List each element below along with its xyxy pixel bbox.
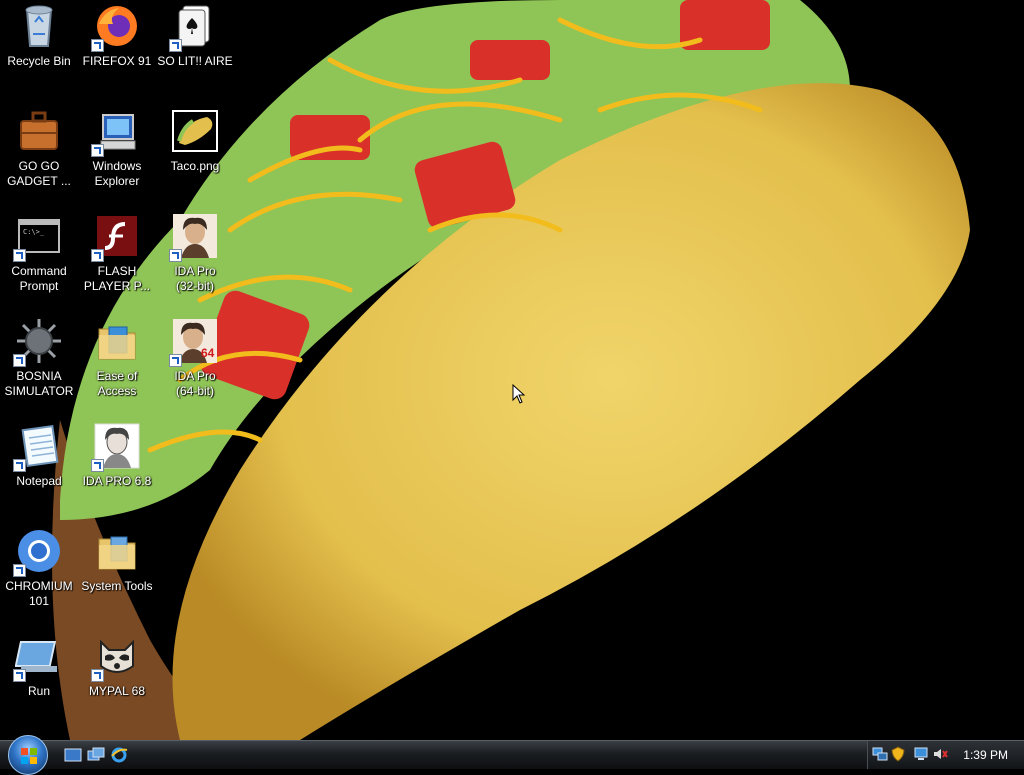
shortcut-arrow-icon	[13, 459, 26, 472]
desktop-icon-recycle-bin[interactable]: Recycle Bin	[0, 0, 78, 100]
mouse-cursor-icon	[512, 384, 525, 404]
volume-muted-icon[interactable]	[932, 746, 948, 762]
shortcut-arrow-icon	[91, 249, 104, 262]
recycle-bin-icon	[25, 5, 53, 47]
icon-label: IDA PRO 6.8	[82, 474, 152, 488]
start-orb-icon	[21, 748, 37, 764]
desktop-icon-flash-player[interactable]: FLASH PLAYER P...	[78, 210, 156, 310]
svg-text:C:\>_: C:\>_	[23, 228, 45, 236]
icon-label: System Tools	[81, 579, 153, 593]
icon-label: Windows Explorer	[92, 159, 142, 188]
desktop-icon-notepad[interactable]: Notepad	[0, 420, 78, 520]
shortcut-arrow-icon	[13, 354, 26, 367]
icon-label: CHROMIUM 101	[5, 579, 73, 608]
icon-label: FIREFOX 91	[82, 54, 152, 68]
taskbar: 1:39 PM	[0, 735, 1024, 775]
desktop-icon-ease-of-access[interactable]: Ease of Access	[78, 315, 156, 415]
shortcut-arrow-icon	[169, 354, 182, 367]
folder-icon	[98, 326, 136, 360]
desktop-icon-mypal[interactable]: MYPAL 68	[78, 630, 156, 730]
icon-label: IDA Pro (32-bit)	[174, 264, 216, 293]
desktop-icon-gadgets[interactable]: GO GO GADGET ...	[0, 105, 78, 205]
icon-label: IDA Pro (64-bit)	[174, 369, 216, 398]
shortcut-arrow-icon	[91, 39, 104, 52]
shortcut-arrow-icon	[91, 669, 104, 682]
desktop-icon-system-tools[interactable]: System Tools	[78, 525, 156, 625]
icon-label: FLASH PLAYER P...	[83, 264, 151, 293]
desktop-icon-bosnia-simulator[interactable]: BOSNIA SIMULATOR	[0, 315, 78, 415]
icon-label: Taco.png	[170, 159, 220, 173]
taco-image-icon	[172, 110, 218, 152]
icon-label: SO LIT!! AIRE	[157, 54, 233, 68]
icon-label: Notepad	[16, 474, 62, 488]
briefcase-icon	[20, 111, 58, 150]
switch-windows-icon[interactable]	[87, 746, 105, 764]
desktop-icon-firefox[interactable]: FIREFOX 91	[78, 0, 156, 100]
desktop-icon-ida-pro-64[interactable]: 64 IDA Pro (64-bit)	[156, 315, 234, 415]
desktop-icon-ida-pro-32[interactable]: IDA Pro (32-bit)	[156, 210, 234, 310]
desktop-icon-command-prompt[interactable]: C:\>_ Command Prompt	[0, 210, 78, 310]
icon-label: BOSNIA SIMULATOR	[4, 369, 74, 398]
desktop-icon-run[interactable]: Run	[0, 630, 78, 730]
icon-label: Recycle Bin	[7, 54, 71, 68]
network-icon[interactable]	[872, 746, 888, 762]
icon-label: Command Prompt	[11, 264, 67, 293]
folder-icon	[98, 536, 136, 570]
show-desktop-icon[interactable]	[64, 746, 82, 764]
shortcut-arrow-icon	[169, 39, 182, 52]
shortcut-arrow-icon	[13, 669, 26, 682]
icon-label: Ease of Access	[96, 369, 138, 398]
shortcut-arrow-icon	[91, 144, 104, 157]
desktop-icon-chromium[interactable]: CHROMIUM 101	[0, 525, 78, 625]
taskbar-clock[interactable]: 1:39 PM	[963, 748, 1008, 762]
icon-label: Run	[27, 684, 50, 698]
svg-text:64: 64	[201, 346, 215, 360]
icon-label: GO GO GADGET ...	[7, 159, 71, 188]
desktop-icon-ida-pro-68[interactable]: IDA PRO 6.8	[78, 420, 156, 520]
security-shield-icon[interactable]	[890, 746, 906, 762]
start-button[interactable]	[8, 735, 48, 775]
system-tray: 1:39 PM	[867, 741, 1024, 769]
desktop-icon-taco-png[interactable]: Taco.png	[156, 105, 234, 205]
shortcut-arrow-icon	[91, 459, 104, 472]
internet-explorer-icon[interactable]	[110, 746, 128, 764]
shortcut-arrow-icon	[169, 249, 182, 262]
shortcut-arrow-icon	[13, 249, 26, 262]
icon-label: MYPAL 68	[88, 684, 146, 698]
desktop-icon-solitaire[interactable]: SO LIT!! AIRE	[156, 0, 234, 100]
desktop-icon-windows-explorer[interactable]: Windows Explorer	[78, 105, 156, 205]
shortcut-arrow-icon	[13, 564, 26, 577]
monitor-icon[interactable]	[914, 746, 930, 762]
